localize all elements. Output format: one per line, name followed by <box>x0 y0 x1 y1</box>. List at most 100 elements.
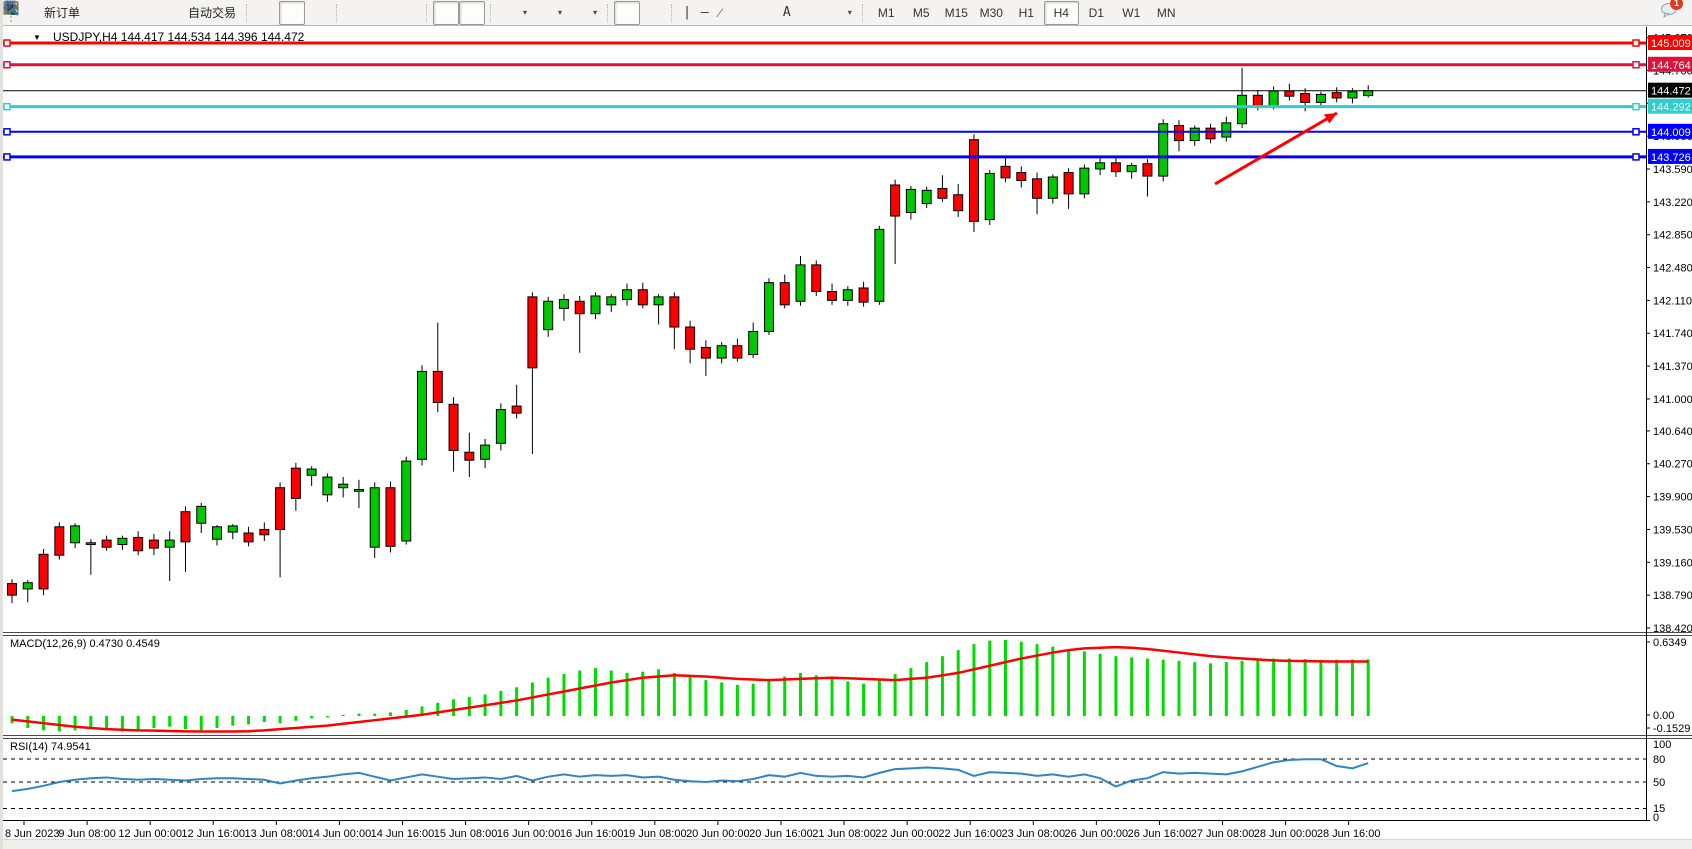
price-tick-label: 139.530 <box>1653 524 1692 536</box>
candle <box>1033 179 1042 199</box>
candle <box>733 346 742 358</box>
separator <box>607 4 609 22</box>
zoom-out-button[interactable] <box>369 1 395 25</box>
candle <box>670 297 679 327</box>
price-tick-label: 142.480 <box>1653 263 1692 275</box>
line-handle[interactable] <box>4 62 10 68</box>
line-handle[interactable] <box>4 129 10 135</box>
price-badge-label: 144.009 <box>1651 127 1691 139</box>
price-tick-label: 140.270 <box>1653 459 1692 471</box>
periods-button[interactable]: ▾ <box>532 1 567 25</box>
candle <box>1364 91 1373 96</box>
zoom-in-button[interactable] <box>343 1 369 25</box>
candle <box>307 469 316 475</box>
timeframe-d1[interactable]: D1 <box>1079 1 1114 25</box>
candle <box>544 301 553 329</box>
horizontal-line-button[interactable]: — <box>696 1 714 25</box>
candle <box>244 533 253 542</box>
cursor-button[interactable] <box>614 1 640 25</box>
candle <box>1096 163 1105 169</box>
arrows-tool-button[interactable]: ▾ <box>822 1 857 25</box>
timeframe-m1[interactable]: M1 <box>869 1 904 25</box>
timeframe-m30[interactable]: M30 <box>974 1 1009 25</box>
chart-object-caret-icon[interactable]: ▼ <box>33 33 41 42</box>
candle <box>181 512 190 542</box>
bar-chart-button[interactable] <box>253 1 279 25</box>
search-icon[interactable] <box>1634 5 1650 21</box>
price-badge-label: 145.009 <box>1651 38 1691 50</box>
line-handle[interactable] <box>1633 40 1639 46</box>
timeframe-w1[interactable]: W1 <box>1114 1 1149 25</box>
vertical-line-button[interactable]: | <box>678 1 696 25</box>
candle <box>118 538 127 544</box>
chevron-down-icon: ▾ <box>848 8 852 17</box>
candle <box>1017 173 1026 181</box>
toolbar: 新订单 自动交易 <box>3 0 1692 26</box>
trendline-button[interactable]: ⁄ <box>714 1 726 25</box>
timeframe-h1[interactable]: H1 <box>1009 1 1044 25</box>
styler-button[interactable] <box>85 1 111 25</box>
candle <box>717 346 726 358</box>
candle <box>512 406 521 413</box>
line-handle[interactable] <box>1633 129 1639 135</box>
text-icon: A <box>783 5 791 20</box>
candle <box>1269 91 1278 106</box>
line-handle[interactable] <box>4 40 10 46</box>
text-tool-button[interactable]: A <box>778 1 796 25</box>
separator <box>426 4 428 22</box>
candle <box>449 404 458 450</box>
line-handle[interactable] <box>4 104 10 110</box>
candle <box>969 140 978 222</box>
auto-scroll-button[interactable] <box>433 1 459 25</box>
fibonacci-button[interactable]: F <box>752 1 778 25</box>
templates-button[interactable]: ▾ <box>567 1 602 25</box>
tile-windows-button[interactable] <box>395 1 421 25</box>
separator <box>671 4 673 22</box>
timeframe-mn[interactable]: MN <box>1149 1 1184 25</box>
separator <box>246 4 248 22</box>
arrows-icon <box>827 5 843 21</box>
equidistant-channel-button[interactable]: E <box>726 1 752 25</box>
line-handle[interactable] <box>4 154 10 160</box>
candle <box>859 288 868 302</box>
mt4-window: 新订单 自动交易 <box>0 0 1692 849</box>
line-handle[interactable] <box>1633 104 1639 110</box>
indicators-button[interactable]: ▾ <box>497 1 532 25</box>
chat-button[interactable]: 1 <box>1660 2 1676 23</box>
market-watch-button[interactable] <box>111 1 137 25</box>
trend-arrow-line[interactable] <box>1215 113 1337 184</box>
signal-icon <box>142 5 158 21</box>
crosshair-button[interactable] <box>640 1 666 25</box>
auto-trading-button[interactable]: 自动交易 <box>163 1 241 25</box>
new-order-icon <box>24 5 40 21</box>
rsi-label: RSI(14) 74.9541 <box>10 741 91 753</box>
line-handle[interactable] <box>1633 62 1639 68</box>
price-chart-canvas[interactable]: 145.070144.700144.330143.960143.590143.2… <box>3 0 1692 849</box>
line-handle[interactable] <box>1633 154 1639 160</box>
macd-scale-label: 0.6349 <box>1653 637 1687 649</box>
chevron-down-icon: ▾ <box>593 8 597 17</box>
rsi-scale-label: 80 <box>1653 754 1665 766</box>
line-chart-button[interactable] <box>305 1 331 25</box>
text-label-icon: T <box>801 5 817 21</box>
candle <box>1127 165 1136 171</box>
price-tick-label: 142.110 <box>1653 295 1692 307</box>
separator <box>336 4 338 22</box>
candle <box>1332 93 1341 98</box>
candle <box>575 301 584 313</box>
new-order-button[interactable]: 新订单 <box>19 1 85 25</box>
chart-shift-button[interactable] <box>459 1 485 25</box>
candle <box>686 327 695 349</box>
candle <box>86 543 95 545</box>
candle <box>1190 128 1199 140</box>
candlestick-chart-button[interactable] <box>279 1 305 25</box>
bar-chart-icon <box>258 5 274 21</box>
signals-button[interactable] <box>137 1 163 25</box>
timeframe-m15[interactable]: M15 <box>939 1 974 25</box>
auto-trading-label: 自动交易 <box>188 4 236 21</box>
label-tool-button[interactable]: T <box>796 1 822 25</box>
candle <box>985 173 994 219</box>
timeframe-m5[interactable]: M5 <box>904 1 939 25</box>
line-chart-icon <box>310 5 326 21</box>
timeframe-h4[interactable]: H4 <box>1044 1 1079 25</box>
